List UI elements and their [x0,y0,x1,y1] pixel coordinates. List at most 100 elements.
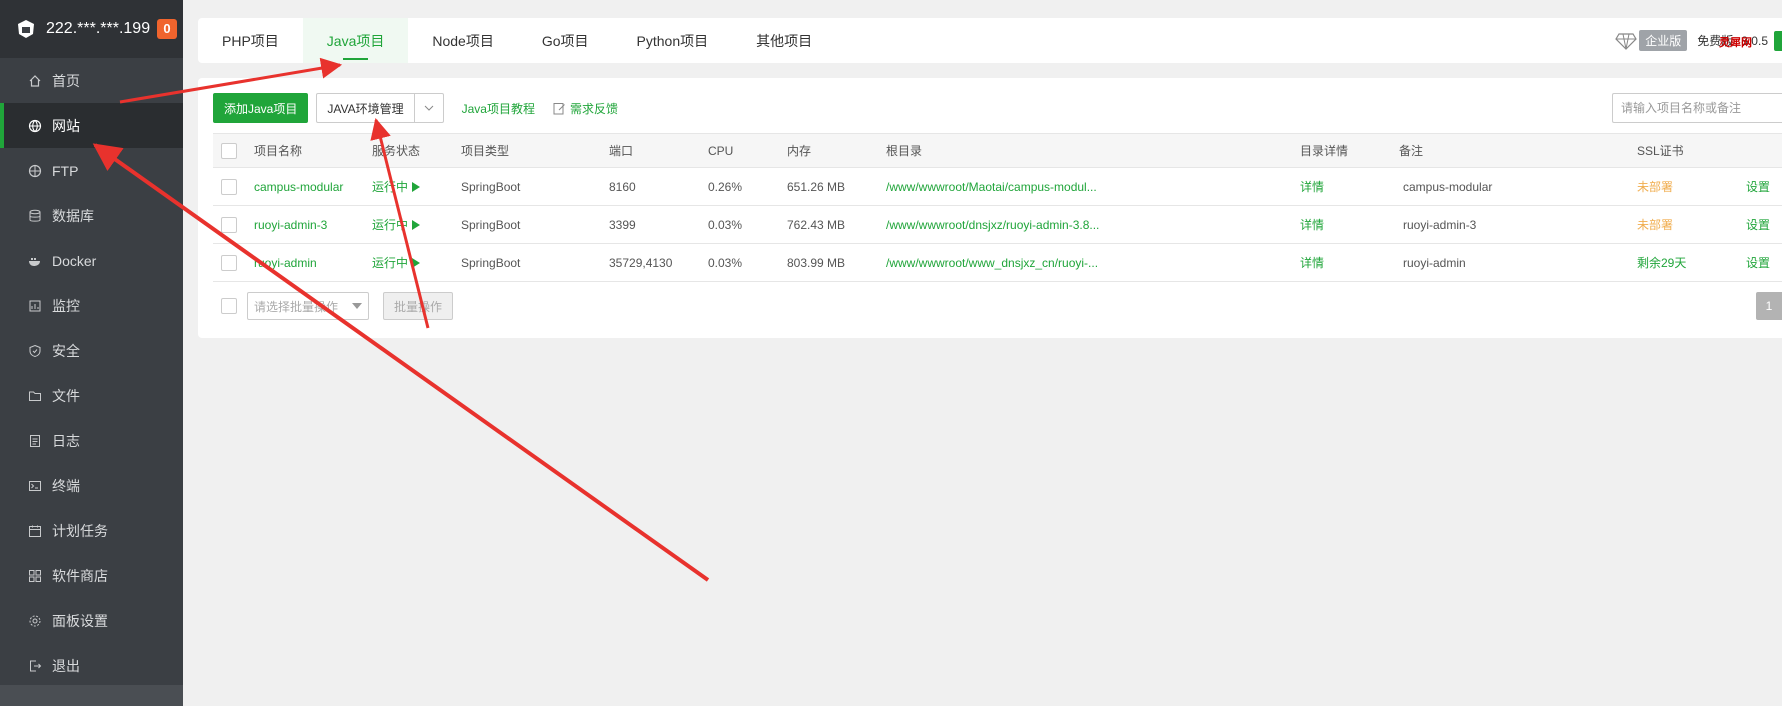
sidebar-item-logout[interactable]: 退出 [0,643,183,688]
sidebar-item-label: 数据库 [52,207,94,224]
logout-icon [28,659,42,673]
sidebar-item-terminal[interactable]: 终端 [0,463,183,508]
sidebar-item-logs[interactable]: 日志 [0,418,183,463]
project-note[interactable]: ruoyi-admin [1399,243,1637,282]
sidebar-item-label: 首页 [52,72,80,89]
status-running[interactable]: 运行中 [372,178,421,195]
tab-go[interactable]: Go项目 [518,18,613,63]
status-running[interactable]: 运行中 [372,216,421,233]
ssl-status[interactable]: 未部署 [1637,205,1746,244]
status-running[interactable]: 运行中 [372,254,421,271]
feedback-link[interactable]: 需求反馈 [553,100,618,117]
root-dir-link[interactable]: /www/wwwroot/Maotai/campus-modul... [886,167,1300,206]
java-project-panel: 添加Java项目 JAVA环境管理 Java项目教程 需求反馈 项目名称 服务状… [198,78,1782,338]
calendar-icon [28,524,42,538]
globe-icon [28,119,42,133]
java-env-dropdown[interactable]: JAVA环境管理 [316,93,444,123]
sidebar-item-security[interactable]: 安全 [0,328,183,373]
project-name-link[interactable]: campus-modular [254,167,372,206]
sidebar-item-label: 安全 [52,342,80,359]
ssl-status[interactable]: 剩余29天 [1637,243,1746,282]
project-note[interactable]: campus-modular [1399,167,1637,206]
caret-down-icon [352,303,362,309]
sidebar-item-label: 文件 [52,387,80,404]
batch-action-button[interactable]: 批量操作 [383,292,454,320]
sidebar-item-label: 计划任务 [52,522,108,539]
batch-select-checkbox[interactable] [221,298,237,314]
version-info: 企业版 免费版 8.0.5 [1615,18,1782,63]
row-checkbox[interactable] [221,216,237,233]
sidebar-item-home[interactable]: 首页 [0,58,183,103]
enterprise-badge[interactable]: 企业版 [1615,30,1688,51]
project-note[interactable]: ruoyi-admin-3 [1399,205,1637,244]
database-icon [28,209,42,223]
ssl-status[interactable]: 未部署 [1637,167,1746,206]
play-icon [412,257,421,268]
shield-icon [28,344,42,358]
project-cpu: 0.03% [708,205,787,244]
table-row: campus-modular 运行中 SpringBoot 8160 0.26%… [213,167,1782,206]
update-button[interactable] [1774,30,1782,51]
sidebar-item-cron[interactable]: 计划任务 [0,508,183,553]
diamond-icon [1615,32,1638,50]
sidebar-item-website[interactable]: 网站 [0,103,183,148]
search-input[interactable] [1612,93,1782,123]
java-tutorial-link[interactable]: Java项目教程 [462,100,535,117]
monitor-icon [28,299,42,313]
add-java-project-button[interactable]: 添加Java项目 [213,93,309,123]
log-icon [28,434,42,448]
project-name-link[interactable]: ruoyi-admin-3 [254,205,372,244]
settings-link[interactable]: 设置 [1746,243,1782,282]
sidebar-footer [0,685,183,706]
home-icon [28,74,42,88]
ftp-icon [28,164,42,178]
col-name[interactable]: 项目名称 [254,133,372,168]
tab-php[interactable]: PHP项目 [198,18,303,63]
settings-link[interactable]: 设置 [1746,205,1782,244]
sidebar-item-docker[interactable]: Docker [0,238,183,283]
row-checkbox[interactable] [221,254,237,271]
sidebar-item-label: 退出 [52,657,80,674]
col-port: 端口 [609,133,708,168]
sidebar-item-label: FTP [52,162,79,179]
col-dir-detail: 目录详情 [1300,133,1399,168]
alert-count-badge[interactable]: 0 [157,19,177,39]
select-all-checkbox[interactable] [221,142,237,159]
sidebar-item-label: 终端 [52,477,80,494]
project-name-link[interactable]: ruoyi-admin [254,243,372,282]
sidebar-item-label: 面板设置 [52,612,108,629]
tab-other[interactable]: 其他项目 [732,18,836,63]
tab-python[interactable]: Python项目 [613,18,733,63]
server-header: 222.***.***.199 0 [0,0,183,58]
sidebar: 222.***.***.199 0 首页 网站 FTP 数据库 Docker 监… [0,0,183,706]
col-memory: 内存 [787,133,886,168]
pagination-page[interactable]: 1 [1756,292,1782,320]
root-dir-link[interactable]: /www/wwwroot/dnsjxz/ruoyi-admin-3.8... [886,205,1300,244]
sidebar-item-ftp[interactable]: FTP [0,148,183,193]
sidebar-item-label: 监控 [52,297,80,314]
edit-icon [553,102,565,114]
project-type: SpringBoot [461,205,609,244]
chevron-down-icon[interactable] [415,94,443,122]
root-dir-link[interactable]: /www/wwwroot/www_dnsjxz_cn/ruoyi-... [886,243,1300,282]
row-checkbox[interactable] [221,178,237,195]
settings-link[interactable]: 设置 [1746,167,1782,206]
dir-detail-link[interactable]: 详情 [1300,205,1399,244]
dir-detail-link[interactable]: 详情 [1300,243,1399,282]
sidebar-item-database[interactable]: 数据库 [0,193,183,238]
tab-java[interactable]: Java项目 [302,18,409,63]
project-type-tabs: PHP项目 Java项目 Node项目 Go项目 Python项目 其他项目 企… [198,18,1782,63]
batch-action-select[interactable]: 请选择批量操作 [247,292,369,320]
sidebar-item-label: 软件商店 [52,567,108,584]
dir-detail-link[interactable]: 详情 [1300,167,1399,206]
sidebar-item-panel-settings[interactable]: 面板设置 [0,598,183,643]
server-ip: 222.***.***.199 [46,20,151,37]
sidebar-item-store[interactable]: 软件商店 [0,553,183,598]
java-env-manage-button[interactable]: JAVA环境管理 [317,94,415,122]
sidebar-item-files[interactable]: 文件 [0,373,183,418]
sidebar-item-monitor[interactable]: 监控 [0,283,183,328]
project-memory: 803.99 MB [787,243,886,282]
tab-node[interactable]: Node项目 [408,18,517,63]
col-type: 项目类型 [461,133,609,168]
play-icon [412,219,421,230]
